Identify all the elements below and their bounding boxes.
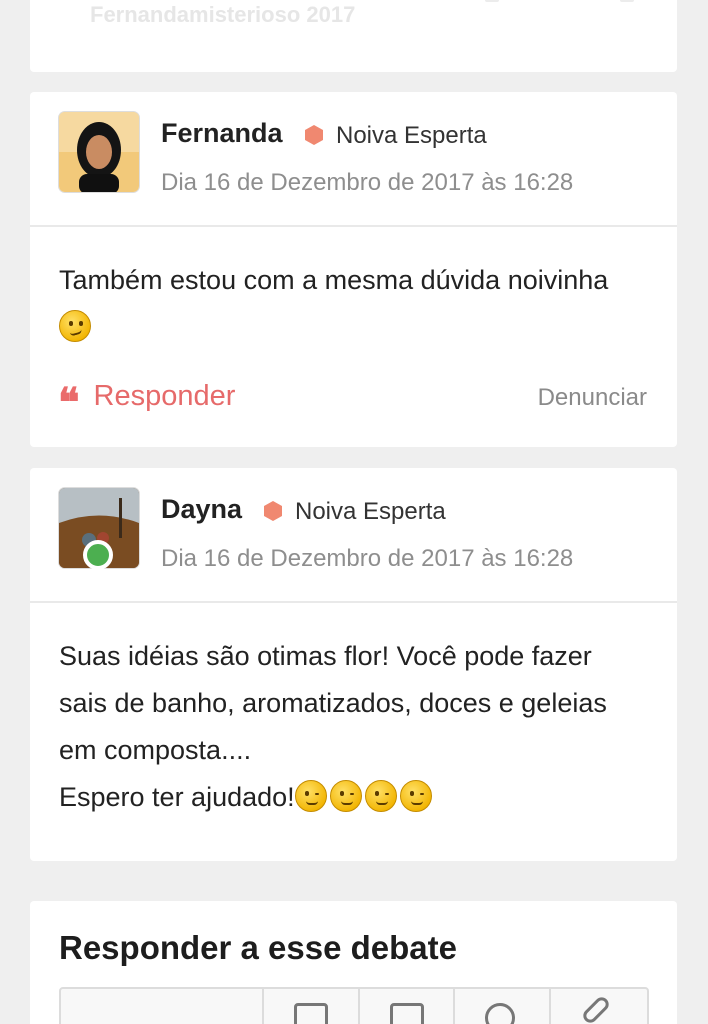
reply-button[interactable]: ❝ Responder: [58, 378, 236, 426]
post-body-line: sais de banho, aromatizados, doces e gel…: [59, 688, 607, 718]
author-role: Noiva Esperta: [336, 122, 487, 149]
online-status-indicator: [83, 540, 113, 570]
post-date: Dia 16 de Dezembro de 2017 às 16:28: [161, 545, 574, 572]
post-body-text: Também estou com a mesma dúvida noivinha: [59, 265, 609, 295]
post-card: Fernanda Noiva Esperta Dia 16 de Dezembr…: [30, 92, 677, 447]
video-icon[interactable]: [360, 989, 456, 1024]
compose-title: Responder a esse debate: [59, 929, 457, 966]
report-link[interactable]: Denunciar: [538, 384, 647, 412]
editor-toolbar: [59, 987, 649, 1024]
badge-icon: [305, 125, 323, 145]
winking-face-icon: [364, 780, 397, 812]
previous-post-text: Fernandamisterioso 2017: [90, 2, 356, 27]
author-name[interactable]: Dayna: [161, 494, 242, 525]
post-header: Dayna Noiva Esperta Dia 16 de Dezembro d…: [30, 468, 677, 603]
post-body-line: Espero ter ajudado!: [59, 774, 657, 821]
post-header: Fernanda Noiva Esperta Dia 16 de Dezembr…: [30, 92, 677, 227]
image-icon[interactable]: [264, 989, 360, 1024]
post-body-line-text: Espero ter ajudado!: [59, 782, 295, 812]
post-body-line: Suas idéias são otimas flor! Você pode f…: [59, 641, 592, 671]
reply-label: Responder: [93, 380, 236, 412]
quote-icon: ❝: [58, 378, 80, 426]
post-card: Dayna Noiva Esperta Dia 16 de Dezembro d…: [30, 468, 677, 861]
post-date: Dia 16 de Dezembro de 2017 às 16:28: [161, 169, 574, 196]
post-body-line: em composta....: [59, 735, 252, 765]
compose-card: Responder a esse debate: [30, 901, 677, 1024]
author-name[interactable]: Fernanda: [161, 118, 283, 149]
winking-face-icon: [399, 780, 432, 812]
previous-post-card: Fernandamisterioso 2017: [30, 0, 677, 72]
thinking-face-icon: [59, 310, 91, 342]
author-role: Noiva Esperta: [295, 498, 446, 525]
link-icon[interactable]: [551, 989, 647, 1024]
winking-face-icon: [294, 780, 327, 812]
winking-face-icon: [329, 780, 362, 812]
faded-icon: [485, 0, 499, 2]
avatar[interactable]: [59, 112, 139, 192]
post-body: Suas idéias são otimas flor! Você pode f…: [59, 633, 657, 821]
post-body: Também estou com a mesma dúvida noivinha: [59, 257, 657, 351]
badge-icon: [264, 501, 282, 521]
toolbar-spacer: [61, 989, 264, 1024]
faded-icon: [620, 0, 634, 2]
emoji-icon[interactable]: [455, 989, 552, 1024]
